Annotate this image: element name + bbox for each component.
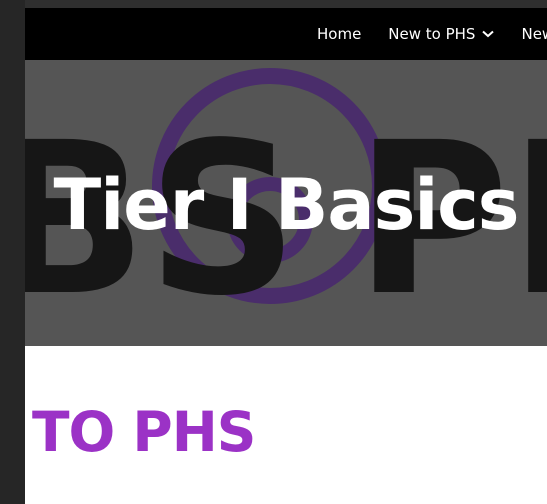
nav-item-new-to-phs[interactable]: New to PHS xyxy=(388,25,495,43)
window-top-strip xyxy=(25,0,547,8)
nav-item-new-to-label: New to xyxy=(521,25,547,43)
nav-item-new-to-phs-label: New to PHS xyxy=(388,25,476,43)
hero-title: Tier I Basics xyxy=(53,164,520,246)
nav-menu: Home New to PHS New to xyxy=(317,8,547,60)
top-navbar: Home New to PHS New to xyxy=(25,8,547,60)
chevron-down-icon xyxy=(482,30,495,38)
nav-item-new-to-truncated[interactable]: New to xyxy=(521,25,547,43)
left-gutter xyxy=(0,0,25,504)
nav-item-home[interactable]: Home xyxy=(317,25,361,43)
nav-item-home-label: Home xyxy=(317,25,362,43)
hero-banner: BS PI Tier I Basics xyxy=(25,60,547,346)
section-heading: TO PHS xyxy=(32,400,256,464)
page: Home New to PHS New to BS PI Tier I Basi… xyxy=(25,8,547,504)
